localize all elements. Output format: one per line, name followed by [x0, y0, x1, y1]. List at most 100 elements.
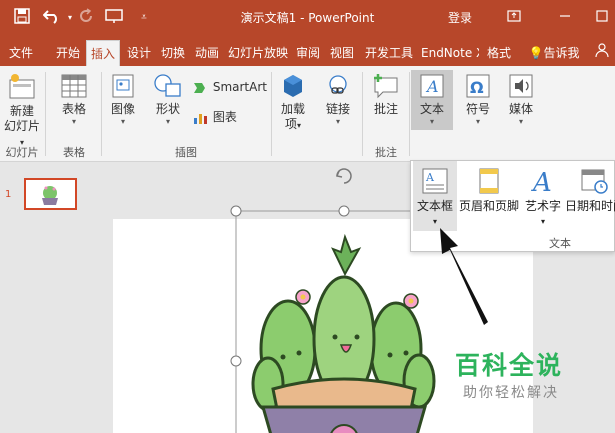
text-dropdown-panel: A 文本框 ▾ 页眉和页脚 A 艺术字 ▾ 日期和时间 文本 [410, 160, 615, 252]
header-footer-icon [479, 168, 499, 194]
tab-home[interactable]: 开始 [53, 40, 83, 66]
textbox-button[interactable]: A 文本框 ▾ [413, 161, 457, 231]
ribbon-separator [409, 72, 410, 156]
ribbon-separator [271, 72, 272, 156]
smartart-button[interactable]: SmartArt [193, 80, 267, 95]
new-slide-label-1: 新建 [9, 104, 34, 118]
tab-design[interactable]: 设计 [124, 40, 154, 66]
text-icon: A [420, 74, 444, 98]
comment-label: 批注 [373, 102, 398, 116]
addins-label-1: 加载 [280, 102, 305, 116]
tab-slideshow[interactable]: 幻灯片放映 [228, 40, 288, 66]
title-bar: ▾ ⩡ 演示文稿1 - PowerPoint 登录 [0, 0, 615, 36]
link-button[interactable]: 链接 ▾ [319, 72, 357, 127]
symbol-button[interactable]: Ω 符号 ▾ [458, 72, 498, 127]
tab-view[interactable]: 视图 [327, 40, 357, 66]
link-caret-icon: ▾ [335, 117, 340, 126]
watermark: 百科全说 助你轻松解决 [455, 346, 615, 408]
symbol-label: 符号 [465, 102, 490, 116]
media-button[interactable]: 媒体 ▾ [502, 72, 540, 127]
addins-button[interactable]: 加载 项▾ [275, 72, 311, 133]
chart-label: 图表 [212, 110, 237, 124]
tell-me-label: 告诉我 [543, 46, 580, 60]
new-slide-button[interactable]: 新建 幻灯片▾ [2, 72, 42, 150]
slide-thumbnail[interactable] [24, 178, 77, 210]
tab-file[interactable]: 文件 [6, 40, 36, 66]
tab-animations[interactable]: 动画 [192, 40, 222, 66]
image-label: 图像 [110, 102, 135, 116]
calendar-clock-icon [581, 169, 608, 194]
group-label-tables: 表格 [63, 146, 85, 159]
datetime-label: 日期和时间 [565, 199, 615, 213]
tab-transitions[interactable]: 切换 [158, 40, 188, 66]
svg-text:A: A [531, 168, 552, 195]
image-caret-icon: ▾ [120, 117, 125, 126]
wordart-caret-icon: ▾ [540, 217, 545, 226]
text-group-button[interactable]: A 文本 ▾ [411, 70, 453, 130]
ribbon-panel: 新建 幻灯片▾ 幻灯片 表格 ▾ 表格 图像 ▾ 形状 ▾ SmartArt 图… [0, 66, 615, 162]
slide-thumbnail-pane: 1 [0, 162, 100, 433]
image-icon [112, 74, 134, 98]
watermark-title: 百科全说 [455, 351, 564, 380]
textbox-icon: A [422, 168, 448, 194]
textbox-label: 文本框 [416, 199, 453, 213]
tab-format[interactable]: 格式 [482, 40, 516, 66]
new-slide-icon [9, 74, 35, 99]
tab-endnote[interactable]: EndNote X [421, 40, 479, 66]
textbox-caret-icon: ▾ [432, 217, 437, 226]
text-caret-icon: ▾ [429, 117, 434, 126]
link-label: 链接 [325, 102, 350, 116]
ribbon-separator [45, 72, 46, 156]
shapes-label: 形状 [155, 102, 180, 116]
wordart-label: 艺术字 [524, 199, 561, 213]
image-button[interactable]: 图像 ▾ [104, 72, 142, 127]
smartart-label: SmartArt [212, 80, 267, 94]
minimize-icon[interactable] [555, 8, 575, 28]
link-icon [329, 75, 347, 94]
smartart-icon [194, 82, 205, 93]
tab-developer[interactable]: 开发工具 [361, 40, 417, 66]
svg-text:A: A [425, 77, 439, 96]
symbol-caret-icon: ▾ [475, 117, 480, 126]
ribbon-separator [362, 72, 363, 156]
tab-insert[interactable]: 插入 [86, 40, 120, 66]
svg-text:A: A [425, 171, 435, 184]
group-label-illustrations: 插图 [175, 146, 197, 159]
svg-text:Ω: Ω [470, 78, 484, 97]
new-slide-label-2: 幻灯片 [3, 119, 40, 133]
addins-label-2: 项 [284, 117, 297, 131]
ribbon-separator [101, 72, 102, 156]
symbol-icon: Ω [466, 74, 490, 98]
chart-button[interactable]: 图表 [193, 110, 253, 125]
media-caret-icon: ▾ [518, 117, 523, 126]
wordart-icon: A [531, 168, 552, 195]
shapes-button[interactable]: 形状 ▾ [148, 72, 188, 127]
shapes-caret-icon: ▾ [165, 117, 170, 126]
group-label-text: 文本 [549, 237, 571, 250]
wordart-button[interactable]: A 艺术字 ▾ [521, 161, 565, 231]
share-icon[interactable] [592, 40, 612, 66]
tell-me-box[interactable]: 💡告诉我 [524, 40, 584, 66]
cactus-thumbnail-image [42, 186, 58, 205]
media-icon [509, 74, 533, 98]
header-footer-label: 页眉和页脚 [458, 199, 519, 213]
maximize-icon[interactable] [592, 8, 612, 28]
slide-number: 1 [5, 189, 12, 200]
chart-icon [194, 113, 207, 124]
comment-button[interactable]: 批注 [366, 72, 406, 117]
datetime-button[interactable]: 日期和时间 [565, 161, 615, 231]
watermark-subtitle: 助你轻松解决 [463, 385, 559, 401]
ribbon-display-options-icon[interactable] [504, 8, 524, 28]
ribbon-tabs: 文件 开始 插入 设计 切换 动画 幻灯片放映 审阅 视图 开发工具 EndNo… [0, 36, 615, 66]
table-caret-icon: ▾ [71, 117, 76, 126]
table-label: 表格 [61, 102, 86, 116]
group-label-comments: 批注 [375, 146, 397, 159]
shapes-icon [154, 74, 181, 97]
tab-review[interactable]: 审阅 [293, 40, 323, 66]
header-footer-button[interactable]: 页眉和页脚 [457, 161, 521, 231]
table-button[interactable]: 表格 ▾ [52, 72, 96, 127]
addins-icon [284, 75, 302, 97]
login-link[interactable]: 登录 [448, 0, 472, 36]
comment-icon [374, 74, 398, 99]
media-label: 媒体 [508, 102, 533, 116]
